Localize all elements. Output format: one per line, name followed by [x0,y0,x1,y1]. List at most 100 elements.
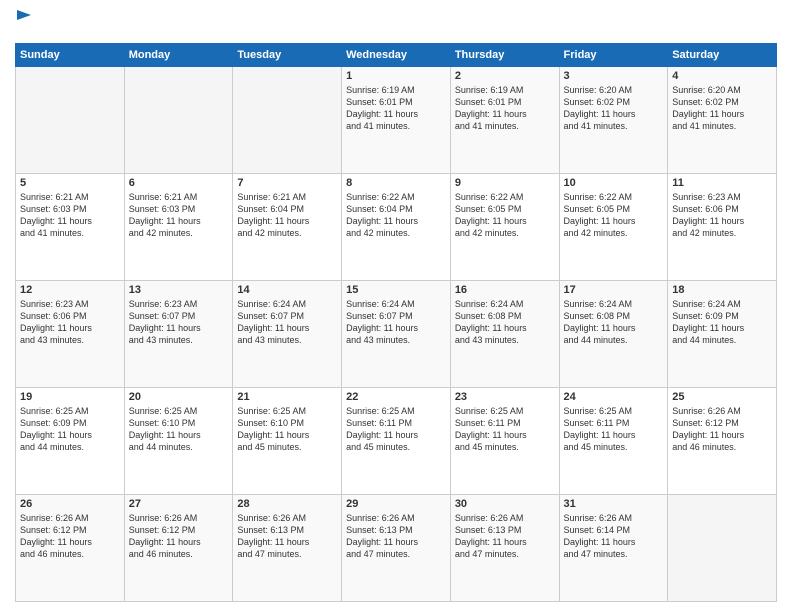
day-number: 10 [564,177,664,189]
weekday-monday: Monday [124,43,233,66]
weekday-saturday: Saturday [668,43,777,66]
day-info: Sunrise: 6:26 AM Sunset: 6:13 PM Dayligh… [455,512,555,561]
day-cell: 4 Sunrise: 6:20 AM Sunset: 6:02 PM Daylig… [668,66,777,173]
day-number: 14 [237,284,337,296]
weekday-friday: Friday [559,43,668,66]
day-cell: 25 Sunrise: 6:26 AM Sunset: 6:12 PM Dayli… [668,387,777,494]
day-number: 7 [237,177,337,189]
day-cell: 23Sunrise: 6:25 AM Sunset: 6:11 PM Dayli… [450,387,559,494]
day-cell: 16 Sunrise: 6:24 AM Sunset: 6:08 PM Dayli… [450,280,559,387]
day-number: 13 [129,284,229,296]
day-cell: 22 Sunrise: 6:25 AM Sunset: 6:11 PM Dayli… [342,387,451,494]
day-cell: 17Sunrise: 6:24 AM Sunset: 6:08 PM Dayli… [559,280,668,387]
day-info: Sunrise: 6:25 AM Sunset: 6:10 PM Dayligh… [237,405,337,454]
day-info: Sunrise: 6:25 AM Sunset: 6:10 PM Dayligh… [129,405,229,454]
day-number: 20 [129,391,229,403]
day-info: Sunrise: 6:25 AM Sunset: 6:11 PM Dayligh… [455,405,555,454]
day-cell: 26Sunrise: 6:26 AM Sunset: 6:12 PM Dayli… [16,494,125,601]
day-info: Sunrise: 6:26 AM Sunset: 6:14 PM Dayligh… [564,512,664,561]
day-number: 26 [20,498,120,510]
week-row-5: 26 Sunrise: 6:26 AM Sunset: 6:12 PM Dayli… [16,494,777,601]
day-cell: 20 Sunrise: 6:25 AM Sunset: 6:10 PM Dayli… [124,387,233,494]
day-cell: 13 Sunrise: 6:23 AM Sunset: 6:07 PM Dayli… [124,280,233,387]
day-cell: 31 Sunrise: 6:26 AM Sunset: 6:14 PM Dayli… [559,494,668,601]
day-info: Sunrise: 6:19 AM Sunset: 6:01 PM Dayligh… [455,84,555,133]
page: SundayMondayTuesdayWednesdayThursdayFrid… [0,0,792,612]
day-info: Sunrise: 6:23 AM Sunset: 6:06 PM Dayligh… [672,191,772,240]
day-info: Sunrise: 6:26 AM Sunset: 6:12 PM Dayligh… [129,512,229,561]
weekday-tuesday: Tuesday [233,43,342,66]
day-number: 31 [564,498,664,510]
day-info: Sunrise: 6:24 AM Sunset: 6:07 PM Dayligh… [346,298,446,347]
week-row-2: 5 Sunrise: 6:21 AM Sunset: 6:03 PM Daylig… [16,173,777,280]
day-cell: 3 Sunrise: 6:20 AM Sunset: 6:02 PM Daylig… [559,66,668,173]
day-cell: 15Sunrise: 6:24 AM Sunset: 6:07 PM Dayli… [342,280,451,387]
day-info: Sunrise: 6:24 AM Sunset: 6:08 PM Dayligh… [455,298,555,347]
day-info: Sunrise: 6:25 AM Sunset: 6:11 PM Dayligh… [564,405,664,454]
day-cell: 12Sunrise: 6:23 AM Sunset: 6:06 PM Dayli… [16,280,125,387]
week-row-1: 1 Sunrise: 6:19 AM Sunset: 6:01 PM Daylig… [16,66,777,173]
day-cell: 6 Sunrise: 6:21 AM Sunset: 6:03 PM Daylig… [124,173,233,280]
day-cell: 28 Sunrise: 6:26 AM Sunset: 6:13 PM Dayli… [233,494,342,601]
day-info: Sunrise: 6:21 AM Sunset: 6:04 PM Dayligh… [237,191,337,240]
day-number: 3 [564,70,664,82]
day-info: Sunrise: 6:24 AM Sunset: 6:08 PM Dayligh… [564,298,664,347]
day-number: 30 [455,498,555,510]
day-cell: 10 Sunrise: 6:22 AM Sunset: 6:05 PM Dayli… [559,173,668,280]
day-cell: 11 Sunrise: 6:23 AM Sunset: 6:06 PM Dayli… [668,173,777,280]
day-info: Sunrise: 6:23 AM Sunset: 6:06 PM Dayligh… [20,298,120,347]
day-cell [124,66,233,173]
day-number: 4 [672,70,772,82]
day-number: 1 [346,70,446,82]
calendar-table: SundayMondayTuesdayWednesdayThursdayFrid… [15,43,777,602]
day-cell: 14 Sunrise: 6:24 AM Sunset: 6:07 PM Dayli… [233,280,342,387]
week-row-4: 19Sunrise: 6:25 AM Sunset: 6:09 PM Dayli… [16,387,777,494]
day-cell [233,66,342,173]
day-info: Sunrise: 6:26 AM Sunset: 6:12 PM Dayligh… [672,405,772,454]
day-number: 18 [672,284,772,296]
weekday-thursday: Thursday [450,43,559,66]
week-row-3: 12Sunrise: 6:23 AM Sunset: 6:06 PM Dayli… [16,280,777,387]
day-number: 25 [672,391,772,403]
weekday-sunday: Sunday [16,43,125,66]
day-number: 2 [455,70,555,82]
day-number: 5 [20,177,120,189]
weekday-wednesday: Wednesday [342,43,451,66]
day-info: Sunrise: 6:20 AM Sunset: 6:02 PM Dayligh… [672,84,772,133]
day-info: Sunrise: 6:21 AM Sunset: 6:03 PM Dayligh… [20,191,120,240]
day-info: Sunrise: 6:26 AM Sunset: 6:13 PM Dayligh… [237,512,337,561]
day-info: Sunrise: 6:24 AM Sunset: 6:07 PM Dayligh… [237,298,337,347]
day-info: Sunrise: 6:23 AM Sunset: 6:07 PM Dayligh… [129,298,229,347]
day-number: 28 [237,498,337,510]
day-number: 22 [346,391,446,403]
header [15,10,777,35]
day-number: 9 [455,177,555,189]
day-cell: 29Sunrise: 6:26 AM Sunset: 6:13 PM Dayli… [342,494,451,601]
day-number: 24 [564,391,664,403]
day-info: Sunrise: 6:22 AM Sunset: 6:05 PM Dayligh… [564,191,664,240]
day-number: 16 [455,284,555,296]
day-number: 11 [672,177,772,189]
logo [15,10,31,35]
day-number: 6 [129,177,229,189]
day-number: 8 [346,177,446,189]
day-info: Sunrise: 6:25 AM Sunset: 6:09 PM Dayligh… [20,405,120,454]
day-number: 21 [237,391,337,403]
day-cell: 9 Sunrise: 6:22 AM Sunset: 6:05 PM Daylig… [450,173,559,280]
day-cell: 18 Sunrise: 6:24 AM Sunset: 6:09 PM Dayli… [668,280,777,387]
day-cell: 19Sunrise: 6:25 AM Sunset: 6:09 PM Dayli… [16,387,125,494]
weekday-header-row: SundayMondayTuesdayWednesdayThursdayFrid… [16,43,777,66]
day-cell: 21 Sunrise: 6:25 AM Sunset: 6:10 PM Dayli… [233,387,342,494]
day-cell: 5 Sunrise: 6:21 AM Sunset: 6:03 PM Daylig… [16,173,125,280]
day-info: Sunrise: 6:20 AM Sunset: 6:02 PM Dayligh… [564,84,664,133]
day-info: Sunrise: 6:22 AM Sunset: 6:05 PM Dayligh… [455,191,555,240]
day-cell: 2 Sunrise: 6:19 AM Sunset: 6:01 PM Daylig… [450,66,559,173]
day-cell: 24 Sunrise: 6:25 AM Sunset: 6:11 PM Dayli… [559,387,668,494]
day-cell: 1Sunrise: 6:19 AM Sunset: 6:01 PM Daylig… [342,66,451,173]
day-cell: 27Sunrise: 6:26 AM Sunset: 6:12 PM Dayli… [124,494,233,601]
day-info: Sunrise: 6:21 AM Sunset: 6:03 PM Dayligh… [129,191,229,240]
day-info: Sunrise: 6:24 AM Sunset: 6:09 PM Dayligh… [672,298,772,347]
day-info: Sunrise: 6:22 AM Sunset: 6:04 PM Dayligh… [346,191,446,240]
day-info: Sunrise: 6:25 AM Sunset: 6:11 PM Dayligh… [346,405,446,454]
day-cell: 8 Sunrise: 6:22 AM Sunset: 6:04 PM Daylig… [342,173,451,280]
